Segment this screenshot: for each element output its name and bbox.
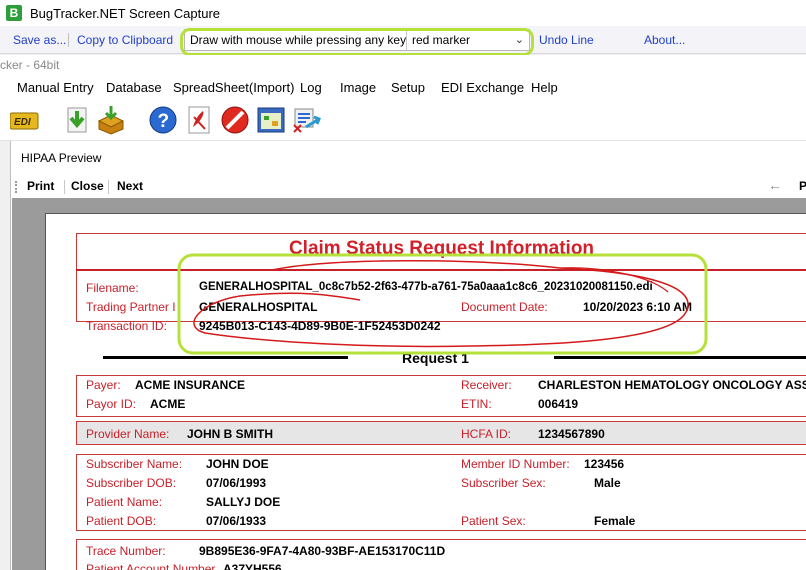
etin-label: ETIN: [461, 397, 492, 411]
undo-line-link[interactable]: Undo Line [539, 33, 594, 47]
filename-label: Filename: [86, 281, 139, 295]
request-rule-left [103, 356, 348, 359]
bugtracker-logo-icon: B [6, 5, 22, 21]
request-label: Request 1 [402, 350, 469, 366]
app-titlebar: cker - 64bit [0, 55, 806, 75]
pdf-icon[interactable] [185, 105, 215, 135]
receiver-label: Receiver: [461, 378, 512, 392]
toolbar-grip-icon[interactable] [15, 181, 17, 193]
subscriber-name-value: JOHN DOE [206, 457, 269, 471]
payor-id-label: Payor ID: [86, 397, 137, 411]
edi-icon[interactable]: EDI [10, 105, 40, 135]
subscriber-box [76, 454, 806, 531]
toolbar-overflow-label[interactable]: P [799, 179, 806, 193]
patient-dob-label: Patient DOB: [86, 514, 157, 528]
document-date-value: 10/20/2023 6:10 AM [583, 300, 692, 314]
trace-number-value: 9B895E36-9FA7-4A80-93BF-AE153170C11D [199, 544, 446, 558]
trading-partner-value: GENERALHOSPITAL [199, 300, 318, 314]
payor-id-value: ACME [150, 397, 186, 411]
svg-text:EDI: EDI [14, 117, 31, 128]
preview-toolbar: Print Close Next ← P [11, 173, 806, 197]
document-page: Claim Status Request Information Filenam… [45, 213, 806, 570]
window-title: BugTracker.NET Screen Capture [30, 5, 221, 21]
menu-edi-exchange[interactable]: EDI Exchange [441, 80, 524, 95]
toolbar-separator [68, 33, 69, 47]
draw-marker-group: Draw with mouse while pressing any key r… [184, 29, 530, 51]
document-heading: Claim Status Request Information [288, 238, 595, 259]
payer-label: Payer: [86, 378, 121, 392]
marker-select[interactable]: red marker ⌄ [407, 30, 529, 50]
next-button[interactable]: Next [117, 179, 143, 193]
menu-spreadsheet-import[interactable]: SpreadSheet(Import) [173, 80, 294, 95]
menubar: Manual Entry Database SpreadSheet(Import… [0, 75, 806, 99]
screen: B BugTracker.NET Screen Capture Save as.… [0, 0, 806, 570]
subscriber-sex-label: Subscriber Sex: [461, 476, 546, 490]
download-icon[interactable] [63, 105, 93, 135]
patient-dob-value: 07/06/1933 [206, 514, 267, 528]
capture-toolbar: Save as... Copy to Clipboard Draw with m… [0, 26, 806, 54]
patient-sex-label: Patient Sex: [461, 514, 526, 528]
payer-value: ACME INSURANCE [135, 378, 246, 392]
save-as-link[interactable]: Save as... [13, 33, 66, 47]
export-icon[interactable] [292, 105, 322, 135]
print-button[interactable]: Print [27, 179, 54, 193]
menu-help[interactable]: Help [531, 80, 558, 95]
toolbar-separator [64, 180, 65, 194]
document-date-label: Document Date: [461, 300, 548, 314]
close-button[interactable]: Close [71, 179, 104, 193]
filename-value: GENERALHOSPITAL_0c8c7b52-2f63-477b-a761-… [199, 281, 653, 293]
patient-account-label: Patient Account Number [86, 562, 216, 570]
provider-name-value: JOHN B SMITH [187, 427, 274, 441]
member-id-value: 123456 [584, 457, 625, 471]
subscriber-dob-label: Subscriber DOB: [86, 476, 177, 490]
heading-rule [76, 269, 806, 271]
claim-info-box: Claim Status Request Information [76, 233, 806, 322]
etin-value: 006419 [538, 397, 579, 411]
menu-manual-entry[interactable]: Manual Entry [17, 80, 94, 95]
toolbar-separator [108, 180, 109, 194]
stop-icon[interactable] [220, 105, 250, 135]
draw-instruction-label: Draw with mouse while pressing any key [185, 30, 407, 50]
subscriber-name-label: Subscriber Name: [86, 457, 183, 471]
patient-name-label: Patient Name: [86, 495, 163, 509]
back-arrow-icon[interactable]: ← [768, 177, 782, 193]
patient-account-value: A37YH556 [223, 562, 282, 570]
capture-titlebar: B BugTracker.NET Screen Capture [0, 0, 806, 26]
provider-name-label: Provider Name: [86, 427, 170, 441]
transaction-id-value: 9245B013-C143-4D89-9B0E-1F52453D0242 [199, 319, 441, 333]
help-icon[interactable]: ? [148, 105, 178, 135]
menu-image[interactable]: Image [340, 80, 376, 95]
hcfa-id-label: HCFA ID: [461, 427, 512, 441]
request-rule-right [554, 356, 806, 359]
subscriber-sex-value: Male [594, 476, 621, 490]
trading-partner-label: Trading Partner I [86, 300, 176, 314]
hcfa-id-value: 1234567890 [538, 427, 605, 441]
copy-to-clipboard-link[interactable]: Copy to Clipboard [77, 33, 173, 47]
member-id-label: Member ID Number: [461, 457, 570, 471]
about-link[interactable]: About... [644, 33, 685, 47]
svg-text:?: ? [158, 111, 170, 132]
patient-sex-value: Female [594, 514, 636, 528]
marker-select-value: red marker [412, 33, 471, 47]
provider-box [76, 421, 806, 445]
subscriber-dob-value: 07/06/1993 [206, 476, 267, 490]
patient-name-value: SALLYJ DOE [206, 495, 281, 509]
menu-database[interactable]: Database [106, 80, 162, 95]
menu-setup[interactable]: Setup [391, 80, 425, 95]
import-icon[interactable] [96, 105, 126, 135]
transaction-id-label: Transaction ID: [86, 319, 167, 333]
app-icon-toolbar: EDI ? [0, 99, 806, 141]
chevron-down-icon[interactable]: ⌄ [515, 33, 524, 46]
app-title-text: cker - 64bit [0, 58, 60, 72]
preview-title: HIPAA Preview [21, 151, 102, 165]
menu-log[interactable]: Log [300, 80, 322, 95]
trace-number-label: Trace Number: [86, 544, 166, 558]
receiver-value: CHARLESTON HEMATOLOGY ONCOLOGY ASS [538, 378, 806, 392]
calendar-icon[interactable] [256, 105, 286, 135]
